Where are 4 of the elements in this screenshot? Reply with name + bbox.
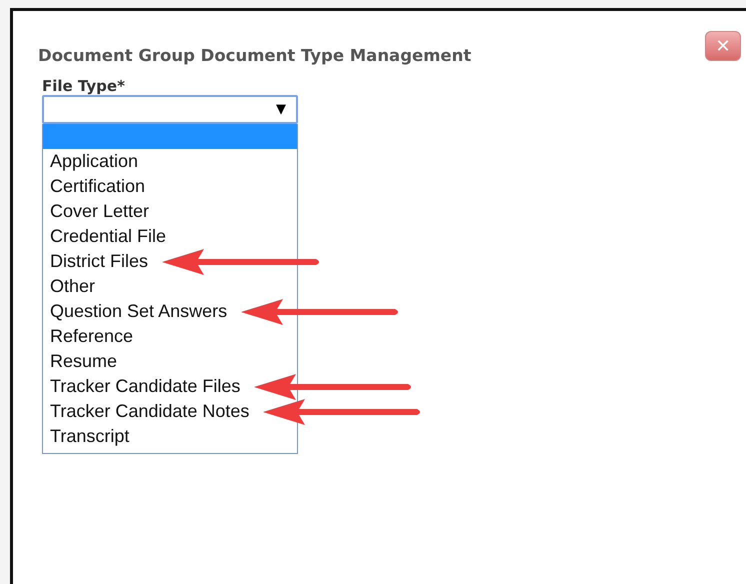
file-type-select[interactable]: ▼ (42, 95, 298, 124)
dialog-title: Document Group Document Type Management (38, 46, 472, 65)
dropdown-option[interactable] (43, 124, 297, 149)
field-label: File Type* (42, 77, 126, 95)
